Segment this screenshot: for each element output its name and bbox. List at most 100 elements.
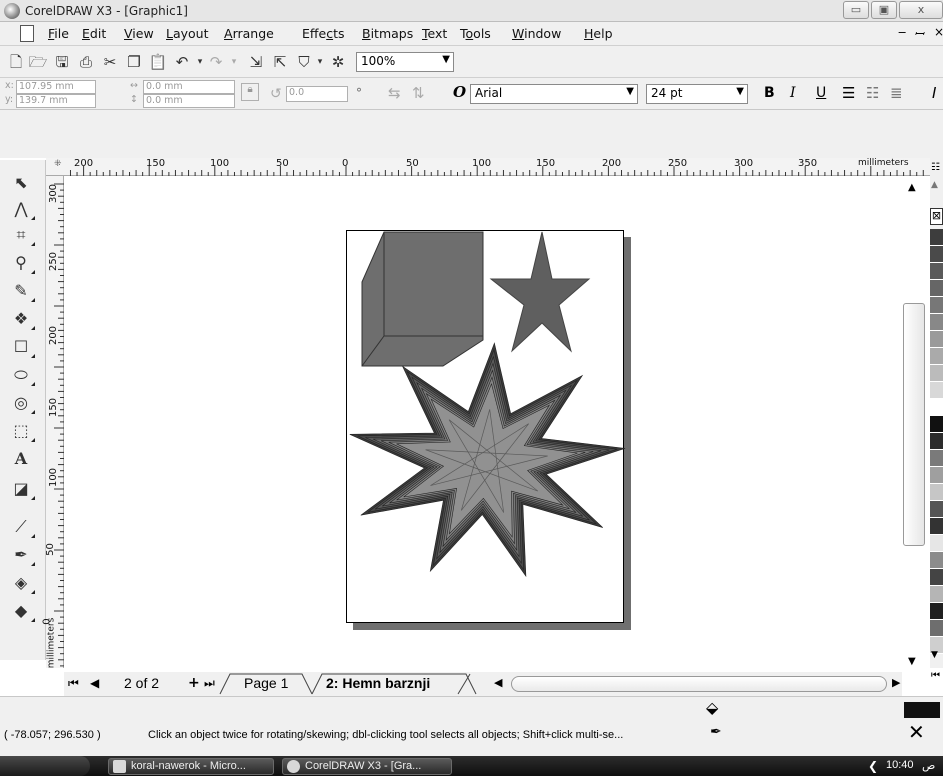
fill-color-swatch[interactable] (904, 702, 940, 718)
no-fill-swatch[interactable]: ⊠ (930, 208, 943, 225)
text-tool-icon[interactable]: A (10, 448, 32, 470)
vertical-ruler[interactable]: 300 250 200 150 100 50 0 millimeters (42, 176, 64, 668)
color-swatch[interactable] (930, 246, 943, 263)
menu-window[interactable]: Window (512, 26, 561, 41)
doc-close-icon[interactable]: × (934, 25, 943, 39)
interactive-fill-tool-icon[interactable]: ◆ (10, 600, 35, 622)
font-list-select[interactable]: Arial ▼ (470, 84, 638, 104)
redo-icon[interactable]: ↷ (206, 52, 226, 72)
star-shape[interactable] (489, 231, 591, 353)
undo-icon[interactable]: ↶ (172, 52, 192, 72)
bullet-list-icon[interactable]: ☷ (866, 84, 879, 102)
color-swatch[interactable] (930, 586, 943, 603)
fill-tool-icon[interactable]: ◈ (10, 572, 35, 594)
scroll-up-icon[interactable]: ▲ (908, 182, 916, 193)
width-field[interactable]: 0.0 mm (143, 80, 235, 94)
minimize-button[interactable]: ▭ (843, 1, 869, 19)
zoom-tool-icon[interactable]: ⚲ (10, 252, 35, 274)
close-button[interactable]: ⅹ (899, 1, 943, 19)
ruler-origin-icon[interactable]: ⁜ (54, 159, 62, 169)
lock-ratio-icon[interactable]: 🔒︎ (241, 83, 259, 101)
open-icon[interactable]: 🗁 (28, 52, 48, 72)
extruded-cube[interactable] (361, 231, 484, 367)
add-page-icon[interactable]: + (188, 675, 200, 691)
color-swatch[interactable] (930, 552, 943, 569)
menu-effects[interactable]: Effects (302, 26, 345, 41)
color-swatch[interactable] (930, 467, 943, 484)
outline-tool-icon[interactable]: ✒ (10, 544, 35, 566)
launcher-dropdown-icon[interactable]: ▾ (310, 52, 330, 72)
zoom-levels-select[interactable]: 100% ▼ (356, 52, 454, 72)
rectangle-tool-icon[interactable]: ☐ (10, 336, 35, 358)
start-button[interactable] (0, 756, 90, 776)
bold-button[interactable]: B (764, 85, 775, 101)
menu-tools[interactable]: Tools (460, 26, 491, 41)
crop-tool-icon[interactable]: ⌗ (10, 224, 35, 246)
spiral-tool-icon[interactable]: ◎ (10, 392, 35, 414)
pick-tool-icon[interactable]: ⬉ (10, 172, 32, 194)
corel-online-icon[interactable]: ✲ (328, 52, 348, 72)
color-swatch[interactable] (930, 314, 943, 331)
export-icon[interactable]: ⇱ (270, 52, 290, 72)
basic-shapes-tool-icon[interactable]: ⬚ (10, 420, 35, 442)
italic-button[interactable]: I (790, 85, 796, 101)
tray-chevron-icon[interactable]: ❮ (868, 759, 878, 773)
smart-fill-tool-icon[interactable]: ❖ (10, 308, 35, 330)
palette-scroll-down-icon[interactable]: ▼ (931, 650, 938, 660)
print-icon[interactable]: ⎙ (76, 52, 96, 72)
menu-arrange[interactable]: Arrange (224, 26, 274, 41)
copy-icon[interactable]: ❐ (124, 52, 144, 72)
color-swatch[interactable] (930, 501, 943, 518)
height-field[interactable]: 0.0 mm (143, 94, 235, 108)
color-swatch[interactable] (930, 569, 943, 586)
interactive-extrude-tool-icon[interactable]: ◪ (10, 478, 35, 500)
color-swatch[interactable] (930, 620, 943, 637)
color-swatch[interactable] (930, 297, 943, 314)
page-tab-2[interactable]: 2: Hemn barznji (326, 675, 430, 691)
color-swatch[interactable] (930, 450, 943, 467)
document-icon[interactable] (20, 25, 34, 42)
freehand-tool-icon[interactable]: ✎ (10, 280, 35, 302)
menu-view[interactable]: View (124, 26, 154, 41)
color-swatch[interactable] (930, 348, 943, 365)
align-icon[interactable]: ☰ (842, 84, 855, 102)
color-swatch[interactable] (930, 263, 943, 280)
scroll-right-icon[interactable]: ▶ (892, 676, 900, 689)
paste-icon[interactable]: 📋 (148, 52, 168, 72)
taskbar-item-coreldraw[interactable]: CorelDRAW X3 - [Gra... (282, 758, 452, 775)
mirror-horizontal-icon[interactable]: ⇆ (388, 84, 401, 102)
color-swatch[interactable] (930, 484, 943, 501)
import-icon[interactable]: ⇲ (246, 52, 266, 72)
doc-minimize-icon[interactable]: ‒ (898, 25, 906, 40)
redo-dropdown-icon[interactable]: ▾ (224, 52, 244, 72)
menu-text[interactable]: Text (422, 26, 447, 41)
new-icon[interactable]: 🗋 (6, 52, 26, 72)
maximize-button[interactable]: ▣ (871, 1, 897, 19)
menu-layout[interactable]: Layout (166, 26, 209, 41)
horizontal-ruler[interactable]: ⁜ 200 150 100 50 0 50 100 150 200 250 300 350 milli… (46, 158, 930, 176)
color-swatch[interactable] (930, 416, 943, 433)
font-size-select[interactable]: 24 pt ▼ (646, 84, 748, 104)
clock[interactable]: 10:40 (886, 759, 914, 771)
color-swatch[interactable] (930, 399, 943, 416)
scroll-down-icon[interactable]: ▼ (908, 656, 916, 667)
shape-tool-icon[interactable]: ⋀ (10, 198, 35, 220)
underline-button[interactable]: U (816, 85, 826, 101)
palette-expand-icon[interactable]: ⏮ (931, 670, 940, 681)
text-format-icon[interactable]: I (932, 84, 936, 102)
eyedropper-tool-icon[interactable]: ⟋ (10, 516, 35, 538)
color-swatch[interactable] (930, 280, 943, 297)
save-icon[interactable]: 🖫 (52, 52, 72, 72)
last-page-icon[interactable]: ⏭ (204, 676, 215, 691)
menu-file[interactable]: File (48, 26, 69, 41)
scroll-left-icon[interactable]: ◀ (494, 676, 502, 689)
taskbar-item-word[interactable]: koral-nawerok - Micro... (108, 758, 274, 775)
rotation-angle-field[interactable]: 0.0 (286, 86, 348, 102)
y-position-field[interactable]: 139.7 mm (16, 94, 96, 108)
first-page-icon[interactable]: ⏮ (68, 676, 79, 691)
color-swatch[interactable] (930, 365, 943, 382)
color-swatch[interactable] (930, 331, 943, 348)
horizontal-scroll-thumb[interactable] (511, 676, 887, 692)
color-swatch[interactable] (930, 518, 943, 535)
drop-cap-icon[interactable]: ≣ (890, 84, 903, 102)
